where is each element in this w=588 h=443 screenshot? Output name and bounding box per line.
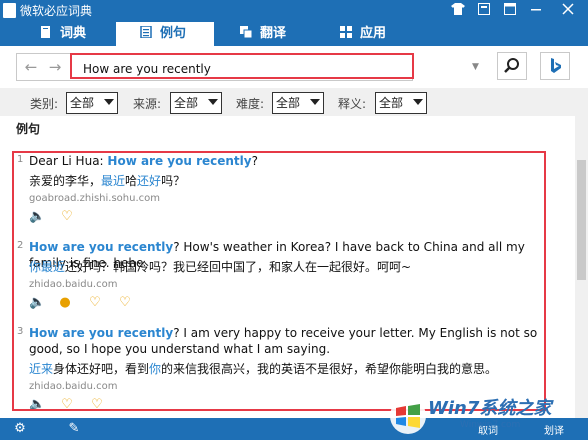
app-logo-icon <box>3 3 16 18</box>
tab-translate-label: 翻译 <box>260 26 287 41</box>
apps-icon <box>340 23 352 38</box>
item-english: How are you recently? I am very happy to… <box>29 325 539 357</box>
search-highlight-box <box>70 53 414 79</box>
item-source[interactable]: zhidao.baidu.com <box>29 279 117 290</box>
item-source[interactable]: goabroad.zhishi.sohu.com <box>29 193 160 204</box>
zh-before: 亲爱的李华， <box>29 174 102 188</box>
speaker-icon[interactable]: 🔈 <box>29 397 45 409</box>
filter-source-select[interactable]: 全部 <box>170 92 222 114</box>
history-dropdown-icon[interactable]: ▼ <box>472 62 480 72</box>
heart-icon[interactable]: ♡ <box>59 397 75 409</box>
filter-meaning-select[interactable]: 全部 <box>375 92 427 114</box>
tab-examples[interactable]: 例句 <box>116 22 214 46</box>
heart-icon[interactable]: ♡ <box>89 397 105 409</box>
filter-difficulty-select[interactable]: 全部 <box>272 92 324 114</box>
tab-dictionary-label: 词典 <box>60 26 87 41</box>
close-icon[interactable] <box>558 2 578 20</box>
users-icon[interactable]: ● <box>57 295 73 311</box>
speaker-icon[interactable]: 🔈 <box>29 209 45 225</box>
item-chinese: 近来身体还好吧，看到你的来信我很高兴，我的英语不是很好，希望你能明白我的意思。 <box>29 361 497 377</box>
speaker-icon[interactable]: 🔈 <box>29 295 45 311</box>
zh-highlight: 还好 <box>137 174 162 188</box>
gear-icon[interactable]: ⚙ <box>12 421 28 437</box>
filter-category-value: 全部 <box>70 96 95 110</box>
minimize-icon[interactable] <box>526 2 546 20</box>
heart-icon[interactable]: ♡ <box>117 295 133 311</box>
zh-mid: 身体还好吧，看到 <box>53 362 150 376</box>
filter-row: 类别: 全部 来源: 全部 难度: 全部 释义: 全部 <box>0 88 575 116</box>
item-source[interactable]: zhidao.baidu.com <box>29 381 117 392</box>
tab-bar: 词典 例句 翻译 应用 <box>0 22 588 46</box>
en-prefix: Dear Li Hua: <box>29 154 108 168</box>
tab-dictionary[interactable]: 词典 <box>40 22 112 46</box>
zh-highlight: 最近 <box>101 174 126 188</box>
zh-after: 吗？ <box>161 174 186 188</box>
chevron-down-icon <box>413 99 423 105</box>
filter-category-select[interactable]: 全部 <box>66 92 118 114</box>
zh-highlight: 你 <box>149 362 162 376</box>
tab-translate[interactable]: 翻译 <box>240 22 312 46</box>
tab-apps-label: 应用 <box>360 26 387 41</box>
back-arrow-icon[interactable]: ← <box>21 58 41 76</box>
pin-icon[interactable]: ✎ <box>66 421 82 437</box>
zh-mid: 哈 <box>125 174 138 188</box>
en-highlight: How are you recently <box>107 154 252 168</box>
filter-meaning-value: 全部 <box>379 96 404 110</box>
heart-icon[interactable]: ♡ <box>87 295 103 311</box>
watermark-text: Win7系统之家 <box>428 398 552 419</box>
tab-examples-label: 例句 <box>160 26 187 41</box>
en-highlight: How are you recently <box>29 240 174 254</box>
shirt-icon[interactable] <box>448 2 468 20</box>
zh-highlight: 近来 <box>29 362 54 376</box>
item-number: 3 <box>17 326 24 337</box>
bing-button[interactable] <box>540 52 570 80</box>
filter-meaning-label: 释义: <box>338 97 367 111</box>
translate-icon <box>240 23 253 39</box>
zh-mid: 还好吗？韩国冷吗？我已经回中国了，和家人在一起很好。呵呵~ <box>65 260 412 274</box>
filter-difficulty-value: 全部 <box>276 96 301 110</box>
heart-icon[interactable]: ♡ <box>59 209 75 225</box>
item-chinese: 亲爱的李华，最近哈还好吗？ <box>29 173 185 189</box>
scrollbar-thumb[interactable] <box>577 160 586 280</box>
filter-category-label: 类别: <box>30 97 59 111</box>
item-english: Dear Li Hua: How are you recently? <box>29 153 539 169</box>
app-title: 微软必应词典 <box>20 4 93 18</box>
zh-after: 的来信我很高兴，我的英语不是很好，希望你能明白我的意思。 <box>161 362 498 376</box>
section-title: 例句 <box>16 122 41 136</box>
search-icon <box>504 58 519 73</box>
window-icon[interactable] <box>500 2 520 20</box>
filter-source-value: 全部 <box>174 96 199 110</box>
item-number: 2 <box>17 240 24 251</box>
title-bar: 微软必应词典 <box>0 0 588 22</box>
list-icon <box>140 23 152 39</box>
en-highlight: How are you recently <box>29 326 174 340</box>
chevron-down-icon <box>104 99 114 105</box>
watermark: Win7系统之家 Winwin7.com <box>380 386 588 440</box>
zh-highlight: 你最近 <box>29 260 66 274</box>
watermark-url: Winwin7.com <box>460 420 521 430</box>
forward-arrow-icon[interactable]: → <box>45 58 65 76</box>
example-results-list: 1 Dear Li Hua: How are you recently? 亲爱的… <box>12 151 546 411</box>
chevron-down-icon <box>310 99 320 105</box>
settings-icon[interactable] <box>474 2 494 20</box>
chevron-down-icon <box>208 99 218 105</box>
filter-source-label: 来源: <box>133 97 162 111</box>
bing-logo-icon <box>551 58 561 73</box>
search-button[interactable] <box>497 52 527 80</box>
book-icon <box>40 23 52 38</box>
item-chinese: 你最近还好吗？韩国冷吗？我已经回中国了，和家人在一起很好。呵呵~ <box>29 259 411 275</box>
item-number: 1 <box>17 154 24 165</box>
tab-apps[interactable]: 应用 <box>340 22 412 46</box>
filter-difficulty-label: 难度: <box>236 97 265 111</box>
en-suffix: ? <box>251 154 258 168</box>
